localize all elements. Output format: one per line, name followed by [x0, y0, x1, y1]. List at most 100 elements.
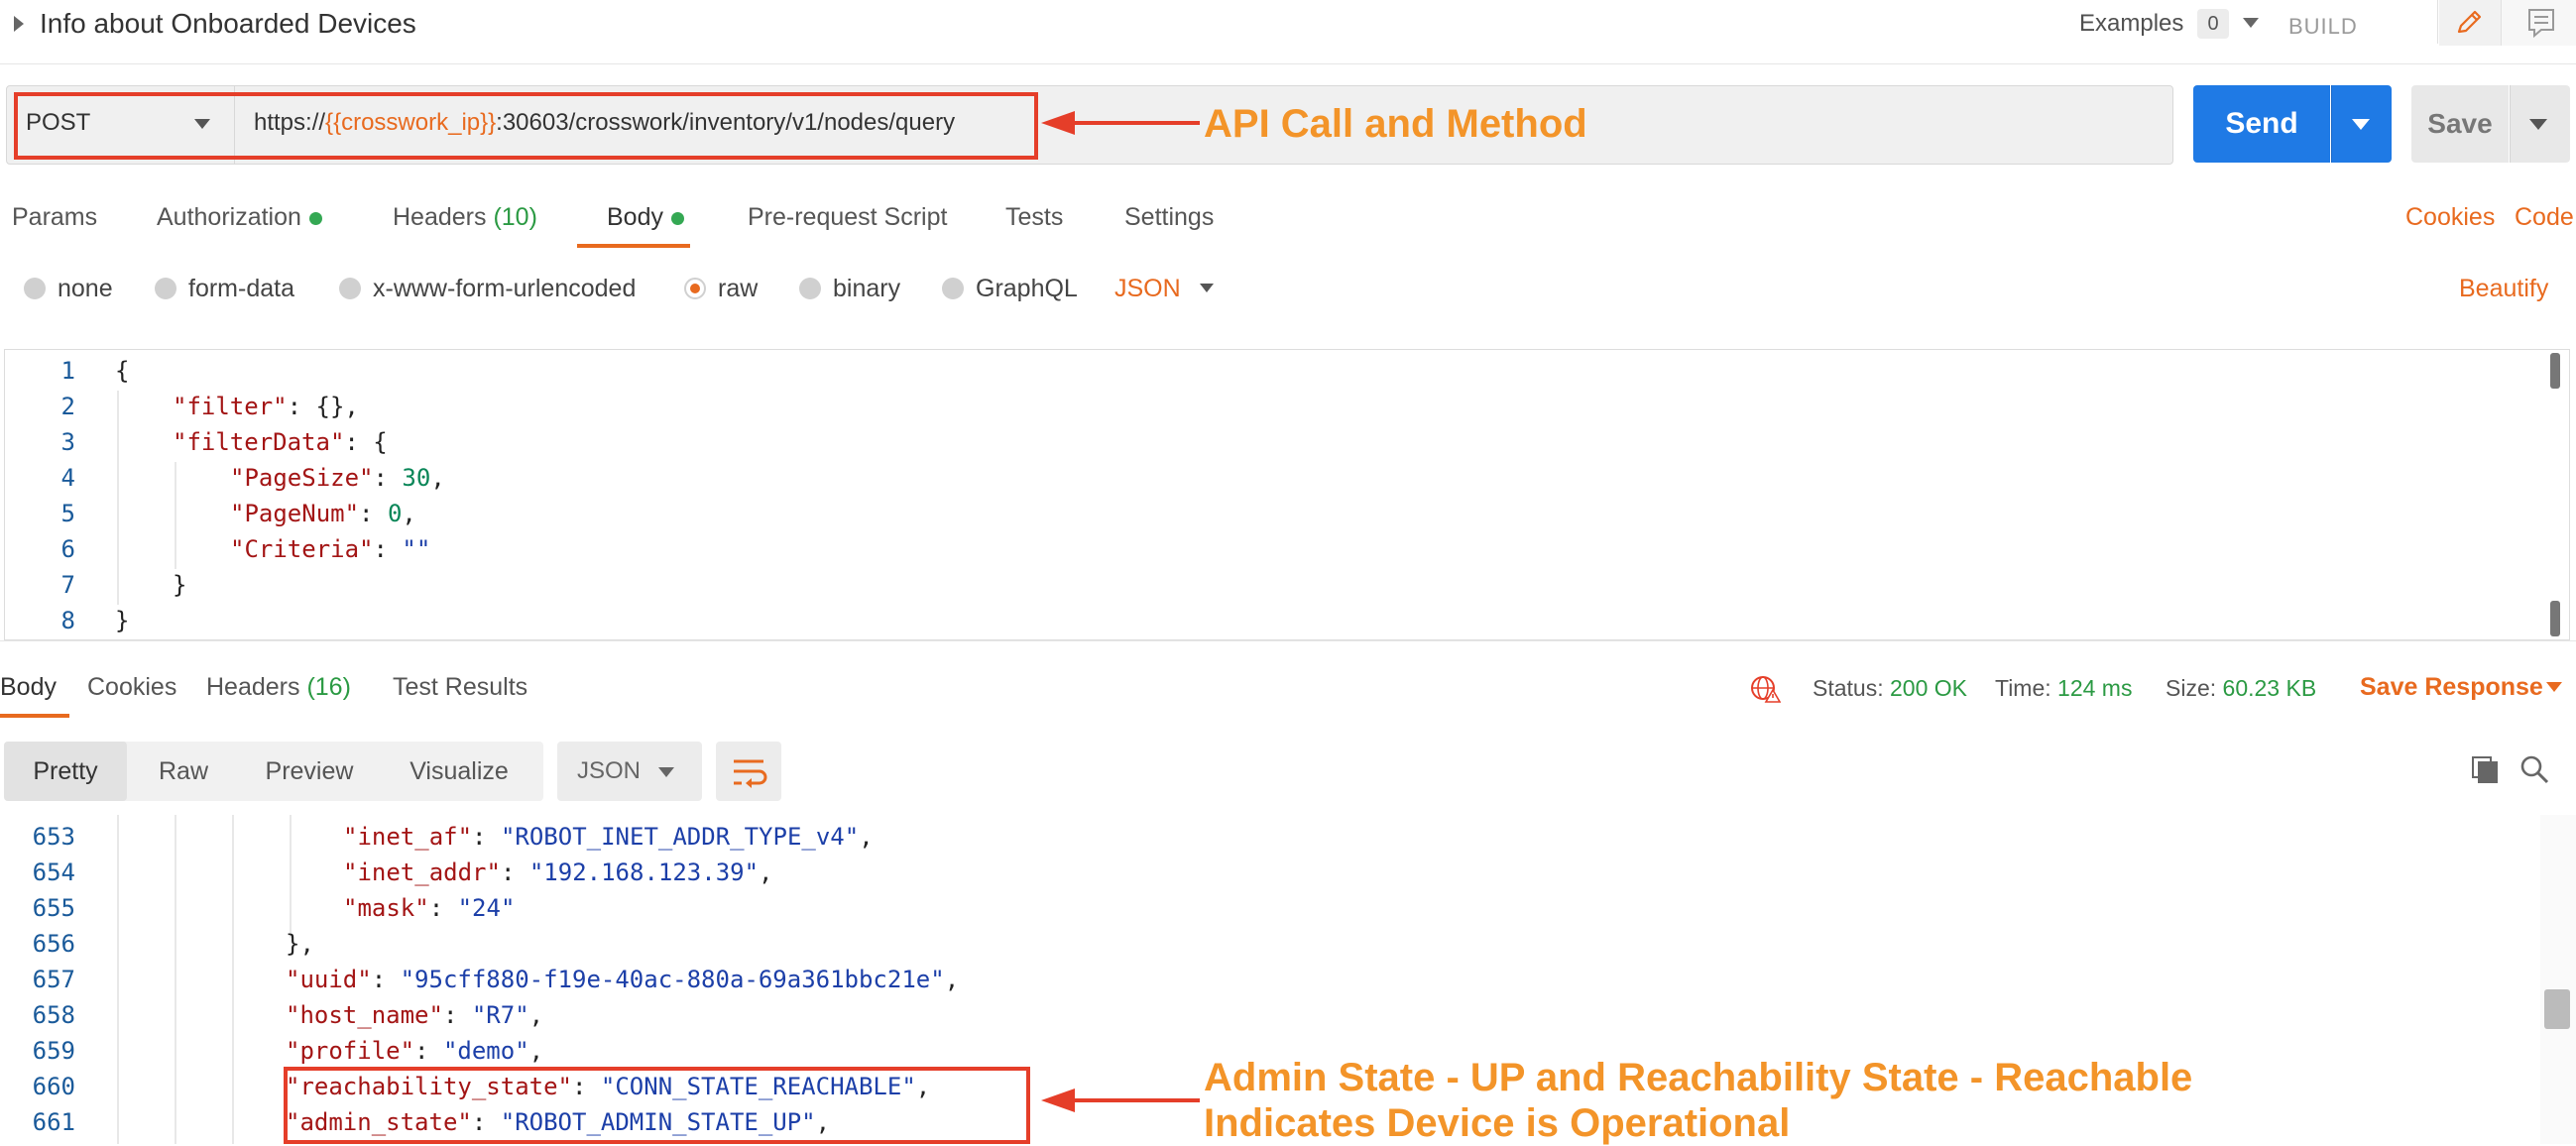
comments-button[interactable]	[2501, 0, 2576, 46]
copy-icon[interactable]	[2469, 753, 2501, 785]
line-number: 660	[32, 1073, 75, 1100]
radio-form-data[interactable]	[155, 278, 176, 299]
size-value: 60.23 KB	[2222, 675, 2317, 701]
time-value: 124 ms	[2057, 675, 2133, 701]
indent-guide	[175, 815, 176, 1144]
beautify-link[interactable]: Beautify	[2459, 272, 2548, 305]
globe-icon[interactable]	[1749, 672, 1781, 704]
response-format-value[interactable]: JSON	[577, 755, 641, 787]
json-value: ""	[402, 535, 431, 563]
view-raw-button[interactable]: Raw	[139, 742, 228, 801]
chevron-down-icon[interactable]	[2529, 119, 2547, 130]
view-preview-button[interactable]: Preview	[248, 742, 371, 801]
line-number: 656	[32, 930, 75, 958]
active-tab-indicator	[577, 244, 690, 248]
line-number: 657	[32, 966, 75, 993]
radio-binary-label[interactable]: binary	[833, 272, 900, 305]
line-number: 661	[32, 1108, 75, 1136]
editor-scrollbar[interactable]	[2550, 353, 2560, 389]
expand-caret-icon[interactable]	[14, 16, 24, 32]
wrap-lines-button[interactable]	[716, 742, 781, 801]
annotation-label-url: API Call and Method	[1204, 102, 1587, 146]
tab-authorization[interactable]: Authorization	[157, 200, 322, 234]
status-dot-icon	[308, 211, 322, 225]
chevron-down-icon[interactable]	[2546, 682, 2562, 692]
response-divider	[0, 640, 2576, 641]
resp-tab-test-results[interactable]: Test Results	[393, 670, 527, 704]
chevron-down-icon[interactable]	[2352, 119, 2370, 130]
build-mode-label[interactable]: BUILD	[2288, 12, 2358, 42]
indent-guide	[117, 391, 119, 605]
json-key: "inet_af"	[343, 823, 473, 851]
response-size: Size: 60.23 KB	[2166, 672, 2316, 704]
json-value: : {	[344, 428, 388, 456]
resp-tab-cookies[interactable]: Cookies	[87, 670, 176, 704]
line-number: 8	[60, 607, 75, 634]
search-icon[interactable]	[2518, 753, 2550, 785]
chevron-down-icon[interactable]	[658, 767, 674, 777]
tab-prerequest-script[interactable]: Pre-request Script	[748, 200, 947, 234]
code-line: }	[173, 571, 187, 599]
line-number: 5	[60, 500, 75, 527]
resp-tab-headers[interactable]: Headers (16)	[206, 670, 351, 704]
cookies-link[interactable]: Cookies	[2405, 200, 2495, 234]
radio-raw[interactable]	[684, 278, 706, 299]
save-button[interactable]: Save	[2411, 85, 2509, 163]
tab-headers[interactable]: Headers (10)	[393, 200, 537, 234]
annotation-line-2: Indicates Device is Operational	[1204, 1101, 1791, 1145]
radio-urlencoded[interactable]	[339, 278, 361, 299]
code-line: "Criteria": ""	[230, 535, 431, 563]
resp-tab-body[interactable]: Body	[0, 670, 57, 704]
indent-guide	[175, 462, 176, 569]
edit-button[interactable]	[2439, 0, 2501, 46]
radio-graphql-label[interactable]: GraphQL	[976, 272, 1078, 305]
save-response-button[interactable]: Save Response	[2360, 670, 2543, 704]
tab-settings[interactable]: Settings	[1124, 200, 1214, 234]
chevron-down-icon[interactable]	[2243, 18, 2259, 28]
code-line: "filterData": {	[173, 424, 388, 460]
status-dot-icon	[670, 211, 684, 225]
view-pretty-button[interactable]: Pretty	[4, 742, 127, 801]
examples-dropdown[interactable]: Examples	[2079, 6, 2183, 42]
json-key: "filterData"	[173, 428, 345, 456]
chevron-down-icon[interactable]	[1200, 284, 1214, 292]
line-number: 654	[32, 859, 75, 886]
status-label: Status:	[1813, 675, 1884, 701]
radio-none-label[interactable]: none	[58, 272, 113, 305]
indent-guide	[290, 815, 292, 938]
editor-scrollbar-bottom[interactable]	[2550, 601, 2560, 636]
radio-form-data-label[interactable]: form-data	[188, 272, 294, 305]
examples-count-badge: 0	[2197, 9, 2229, 39]
header-divider	[2437, 0, 2438, 44]
radio-graphql[interactable]	[942, 278, 964, 299]
json-key: "filter"	[173, 393, 288, 420]
code-line: "PageSize": 30,	[230, 464, 445, 492]
response-scrollbar-thumb[interactable]	[2544, 989, 2570, 1029]
radio-raw-label[interactable]: raw	[718, 272, 758, 305]
json-value: "ROBOT_INET_ADDR_TYPE_v4"	[500, 823, 860, 851]
annotation-box-url	[14, 92, 1038, 160]
tab-tests[interactable]: Tests	[1005, 200, 1063, 234]
request-title[interactable]: Info about Onboarded Devices	[40, 6, 416, 42]
radio-urlencoded-label[interactable]: x-www-form-urlencoded	[373, 272, 636, 305]
json-key: "PageSize"	[230, 464, 374, 492]
tab-params[interactable]: Params	[12, 200, 97, 234]
view-visualize-button[interactable]: Visualize	[393, 742, 526, 801]
code-line: "uuid": "95cff880-f19e-40ac-880a-69a361b…	[286, 966, 960, 993]
response-scrollbar-track[interactable]	[2540, 815, 2576, 1144]
code-line: "host_name": "R7",	[286, 1001, 544, 1029]
size-label: Size:	[2166, 675, 2217, 701]
code-link[interactable]: Code	[2515, 200, 2574, 234]
response-time: Time: 124 ms	[1995, 672, 2132, 704]
tab-body-label: Body	[607, 203, 663, 231]
pencil-icon	[2457, 10, 2482, 34]
code-line: "filter": {},	[173, 389, 359, 424]
annotation-line-1: Admin State - UP and Reachability State …	[1204, 1056, 2193, 1099]
body-format-select[interactable]: JSON	[1114, 272, 1181, 305]
tab-body[interactable]: Body	[607, 200, 684, 234]
radio-binary[interactable]	[799, 278, 821, 299]
json-value: : {},	[287, 393, 359, 420]
radio-none[interactable]	[24, 278, 46, 299]
json-value: "192.168.123.39"	[528, 859, 760, 886]
send-button[interactable]: Send	[2193, 85, 2330, 163]
